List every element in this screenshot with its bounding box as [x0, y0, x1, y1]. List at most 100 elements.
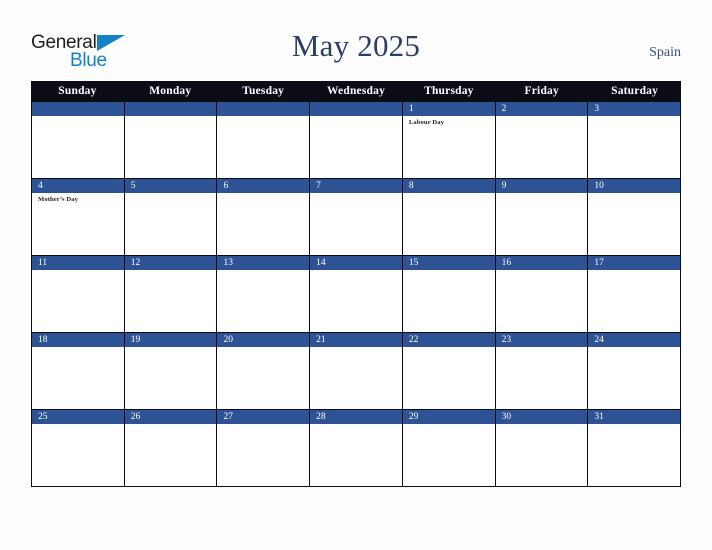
calendar-day-cell[interactable]: 4 Mother’s Day — [32, 179, 125, 255]
calendar-day-cell-empty[interactable] — [124, 102, 218, 178]
day-number — [32, 102, 124, 116]
calendar-day-cell[interactable]: 21 — [310, 333, 403, 409]
calendar-day-cell-empty[interactable] — [310, 102, 403, 178]
calendar-day-cell[interactable]: 8 — [402, 179, 496, 255]
calendar-week-row: 1 Labour Day 2 3 — [31, 102, 682, 179]
day-number: 12 — [124, 256, 217, 270]
calendar-day-cell[interactable]: 13 — [217, 256, 311, 332]
day-number: 21 — [310, 333, 402, 347]
day-number: 27 — [217, 410, 310, 424]
day-number: 11 — [32, 256, 124, 270]
day-number: 10 — [588, 179, 681, 193]
calendar-day-cell[interactable]: 31 — [588, 410, 682, 486]
day-number — [124, 102, 217, 116]
day-number: 30 — [495, 410, 588, 424]
day-events — [402, 193, 495, 255]
day-events — [495, 347, 588, 409]
calendar-week-row: 25 26 27 28 29 30 31 — [31, 410, 682, 487]
calendar-day-cell[interactable]: 3 — [588, 102, 682, 178]
day-number: 15 — [402, 256, 495, 270]
day-events — [588, 347, 681, 409]
weekday-sunday: Sunday — [58, 85, 97, 97]
calendar-day-cell[interactable]: 26 — [124, 410, 218, 486]
calendar-day-cell[interactable]: 5 — [124, 179, 218, 255]
day-events — [310, 347, 402, 409]
day-number — [217, 102, 310, 116]
calendar-day-cell[interactable]: 22 — [402, 333, 496, 409]
day-number: 31 — [588, 410, 681, 424]
calendar-day-cell[interactable]: 9 — [495, 179, 589, 255]
weekday-monday: Monday — [149, 85, 192, 97]
calendar-day-cell[interactable]: 2 — [495, 102, 589, 178]
day-events — [217, 193, 310, 255]
calendar-day-cell[interactable]: 23 — [495, 333, 589, 409]
calendar-day-cell[interactable]: 17 — [588, 256, 682, 332]
calendar-day-cell[interactable]: 10 — [588, 179, 682, 255]
day-number — [310, 102, 402, 116]
calendar-week-row: 4 Mother’s Day 5 6 7 8 9 10 — [31, 179, 682, 256]
day-number: 13 — [217, 256, 310, 270]
calendar-day-cell-empty[interactable] — [217, 102, 311, 178]
day-events — [217, 424, 310, 486]
calendar-day-cell[interactable]: 19 — [124, 333, 218, 409]
day-number: 3 — [588, 102, 681, 116]
calendar-day-cell[interactable]: 18 — [32, 333, 125, 409]
country-label: Spain — [649, 45, 681, 60]
day-events — [124, 116, 217, 178]
day-events — [310, 424, 402, 486]
day-events — [310, 270, 402, 332]
day-events — [217, 270, 310, 332]
calendar-day-cell[interactable]: 11 — [32, 256, 125, 332]
weekday-header-row: Sunday Monday Tuesday Wednesday Thursday… — [31, 81, 681, 102]
calendar-day-cell[interactable]: 16 — [495, 256, 589, 332]
day-number: 14 — [310, 256, 402, 270]
day-events — [32, 424, 124, 486]
day-number: 2 — [495, 102, 588, 116]
calendar-day-cell[interactable]: 30 — [495, 410, 589, 486]
day-events — [402, 347, 495, 409]
calendar-day-cell[interactable]: 6 — [217, 179, 311, 255]
day-number: 6 — [217, 179, 310, 193]
calendar-day-cell[interactable]: 25 — [32, 410, 125, 486]
calendar-weeks: 1 Labour Day 2 3 4 Mother’s Day 5 6 7 8 9 10 11 12 13 1… — [31, 102, 682, 487]
day-events — [495, 270, 588, 332]
day-number: 24 — [588, 333, 681, 347]
weekday-saturday: Saturday — [611, 85, 659, 97]
weekday-thursday: Thursday — [424, 85, 474, 97]
page-title: May 2025 — [291, 28, 421, 63]
day-number: 16 — [495, 256, 588, 270]
day-number: 26 — [124, 410, 217, 424]
day-number: 7 — [310, 179, 402, 193]
calendar-day-cell[interactable]: 24 — [588, 333, 682, 409]
day-events — [32, 270, 124, 332]
day-events: Labour Day — [402, 116, 495, 178]
calendar-week-row: 18 19 20 21 22 23 24 — [31, 333, 682, 410]
day-number: 19 — [124, 333, 217, 347]
day-number: 5 — [124, 179, 217, 193]
day-number: 1 — [402, 102, 495, 116]
day-number: 22 — [402, 333, 495, 347]
day-events — [217, 116, 310, 178]
weekday-friday: Friday — [524, 85, 559, 97]
day-number: 17 — [588, 256, 681, 270]
calendar-day-cell[interactable]: 27 — [217, 410, 311, 486]
weekday-tuesday: Tuesday — [242, 85, 285, 97]
day-number: 18 — [32, 333, 124, 347]
calendar-day-cell[interactable]: 14 — [310, 256, 403, 332]
calendar-day-cell[interactable]: 1 Labour Day — [402, 102, 496, 178]
day-number: 4 — [32, 179, 124, 193]
weekday-wednesday: Wednesday — [326, 85, 386, 97]
day-number: 28 — [310, 410, 402, 424]
day-number: 25 — [32, 410, 124, 424]
calendar-day-cell[interactable]: 20 — [217, 333, 311, 409]
calendar-day-cell[interactable]: 12 — [124, 256, 218, 332]
day-events — [32, 347, 124, 409]
day-number: 8 — [402, 179, 495, 193]
calendar-day-cell[interactable]: 28 — [310, 410, 403, 486]
holiday-event-label: Labour Day — [408, 119, 445, 126]
calendar-day-cell[interactable]: 29 — [402, 410, 496, 486]
day-events — [32, 116, 124, 178]
calendar-day-cell[interactable]: 7 — [310, 179, 403, 255]
calendar-day-cell-empty[interactable] — [32, 102, 125, 178]
calendar-day-cell[interactable]: 15 — [402, 256, 496, 332]
